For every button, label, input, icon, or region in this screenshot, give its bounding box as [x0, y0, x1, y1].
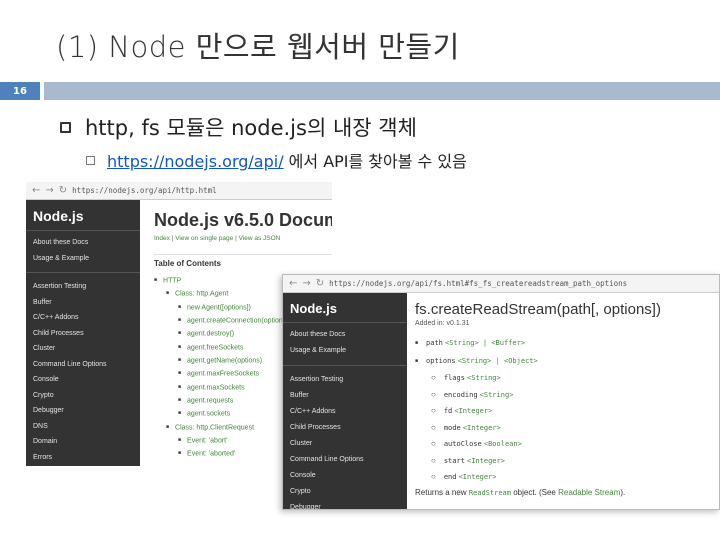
nodejs-logo[interactable]: Node.js [283, 293, 407, 323]
sidebar-item[interactable]: C/C++ Addons [283, 404, 407, 420]
bullet-level2-text: 에서 API를 찾아볼 수 있음 [283, 152, 467, 171]
sidebar-item[interactable]: Cluster [26, 341, 140, 357]
sidebar-item[interactable]: Command Line Options [26, 357, 140, 373]
docs-view-links[interactable]: Index | View on single page | View as JS… [154, 235, 332, 242]
toc-item[interactable]: Event: 'abort' [187, 437, 227, 444]
option-item: fd <Integer> [431, 403, 719, 420]
toc-item[interactable]: Class: http.Agent [175, 291, 228, 298]
sidebar-item[interactable]: Errors [26, 450, 140, 466]
docs-sidebar: Node.js About these Docs Usage & Example… [26, 200, 140, 466]
toc-item[interactable]: agent.maxSockets [187, 384, 245, 391]
address-bar[interactable]: ← → ↻ https://nodejs.org/api/fs.html#fs_… [283, 275, 719, 293]
function-title: fs.createReadStream(path[, options]) [415, 301, 661, 318]
slide-title: (1) Node 만으로 웹서버 만들기 [56, 30, 460, 64]
sidebar-item[interactable]: Child Processes [26, 326, 140, 342]
reload-icon[interactable]: ↻ [316, 278, 324, 289]
docs-content: fs.createReadStream(path[, options]) Add… [407, 293, 719, 509]
nodejs-logo[interactable]: Node.js [26, 200, 140, 231]
square-bullet-icon [60, 121, 71, 133]
sidebar-item[interactable]: Buffer [26, 295, 140, 311]
toc-item[interactable]: new Agent([options]) [187, 304, 251, 311]
toc-item[interactable]: agent.maxFreeSockets [187, 371, 259, 378]
bullet-level1: http, fs 모듈은 node.js의 내장 객체 [60, 112, 417, 142]
sidebar-item[interactable]: Console [283, 468, 407, 484]
param-item: options <String> | <Object> flags <Strin… [415, 352, 719, 486]
docs-sidebar: Node.js About these Docs Usage & Example… [283, 293, 407, 509]
sidebar-item[interactable]: Usage & Example [283, 343, 407, 359]
option-item: autoClose <Boolean> [431, 436, 719, 453]
toc-item[interactable]: agent.getName(options) [187, 357, 262, 364]
readable-stream-link[interactable]: Readable Stream [558, 488, 620, 497]
address-bar[interactable]: ← → ↻ https://nodejs.org/api/http.html [26, 182, 332, 200]
sidebar-item[interactable]: Domain [26, 434, 140, 450]
forward-icon[interactable]: → [45, 185, 53, 196]
toc-item[interactable]: agent.createConnection(options [187, 317, 286, 324]
toc-item[interactable]: Class: http.ClientRequest [175, 424, 254, 431]
sidebar-item[interactable]: Child Processes [283, 420, 407, 436]
sidebar-item[interactable]: Crypto [283, 484, 407, 500]
sidebar-item[interactable]: Debugger [26, 403, 140, 419]
back-icon[interactable]: ← [289, 278, 297, 289]
url-text[interactable]: https://nodejs.org/api/http.html [72, 186, 217, 195]
sidebar-item[interactable]: Buffer [283, 388, 407, 404]
url-text[interactable]: https://nodejs.org/api/fs.html#fs_fs_cre… [329, 279, 627, 288]
sidebar-item[interactable]: Debugger [283, 500, 407, 509]
option-item: encoding <String> [431, 387, 719, 404]
toc-item[interactable]: agent.destroy() [187, 331, 234, 338]
sidebar-item[interactable]: About these Docs [26, 235, 140, 251]
square-bullet-icon [86, 155, 95, 165]
toc-item[interactable]: agent.requests [187, 397, 233, 404]
sidebar-item[interactable]: Usage & Example [26, 251, 140, 267]
sidebar-item[interactable]: Command Line Options [283, 452, 407, 468]
sidebar-item[interactable]: Assertion Testing [283, 372, 407, 388]
bullet-level1-text: http, fs 모듈은 node.js의 내장 객체 [85, 116, 417, 140]
sidebar-item[interactable]: Crypto [26, 388, 140, 404]
slide-page-number: 16 [0, 82, 40, 100]
toc-item[interactable]: Event: 'aborted' [187, 451, 235, 458]
option-item: flags <String> [431, 370, 719, 387]
sidebar-item[interactable]: Console [26, 372, 140, 388]
api-docs-link[interactable]: https://nodejs.org/api/ [107, 152, 284, 171]
option-item: start <Integer> [431, 453, 719, 470]
returns-text: Returns a new ReadStream object. (See Re… [415, 487, 626, 497]
forward-icon[interactable]: → [302, 278, 310, 289]
sidebar-item[interactable]: C/C++ Addons [26, 310, 140, 326]
option-list: flags <String> encoding <String> fd <Int… [431, 370, 719, 486]
toc-item[interactable]: agent.freeSockets [187, 344, 243, 351]
toc-item[interactable]: HTTP [163, 277, 181, 284]
added-in-version: Added in: v0.1.31 [415, 320, 470, 327]
docs-title: Node.js v6.5.0 Documentation [154, 210, 332, 230]
toc-heading: Table of Contents [154, 254, 332, 268]
slide-accent-bar [44, 82, 720, 100]
reload-icon[interactable]: ↻ [59, 185, 67, 196]
sidebar-item[interactable]: DNS [26, 419, 140, 435]
option-item: end <Integer> [431, 469, 719, 486]
sidebar-item[interactable]: About these Docs [283, 327, 407, 343]
toc-item[interactable]: agent.sockets [187, 411, 230, 418]
param-list: path <String> | <Buffer> options <String… [415, 334, 719, 486]
bullet-level2: https://nodejs.org/api/ 에서 API를 찾아볼 수 있음 [86, 148, 467, 172]
back-icon[interactable]: ← [32, 185, 40, 196]
sidebar-item[interactable]: Assertion Testing [26, 279, 140, 295]
sidebar-item[interactable]: Cluster [283, 436, 407, 452]
param-item: path <String> | <Buffer> [415, 334, 719, 352]
browser-screenshot-fs: ← → ↻ https://nodejs.org/api/fs.html#fs_… [282, 274, 720, 510]
slide-header-bar: 16 [0, 82, 720, 100]
option-item: mode <Integer> [431, 420, 719, 437]
